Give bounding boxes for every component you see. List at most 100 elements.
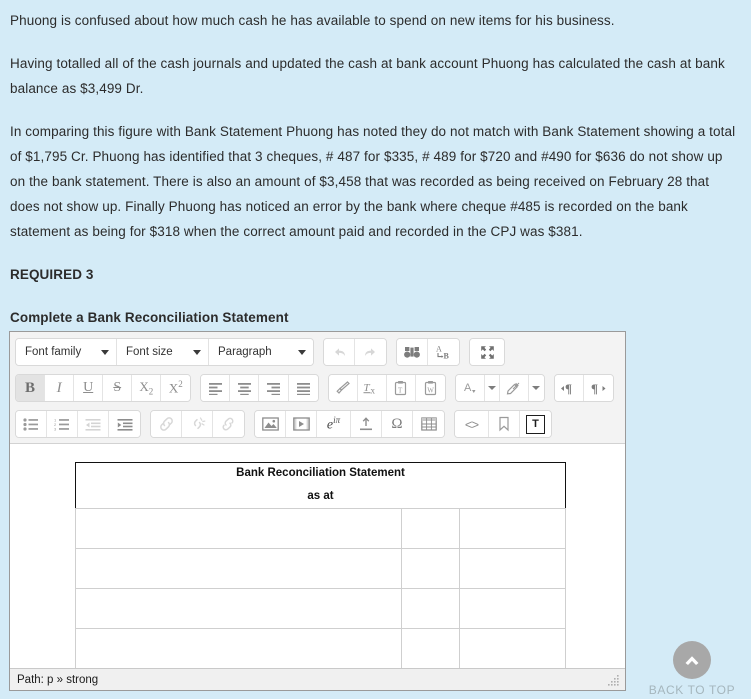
direction-group: ¶ ¶ bbox=[553, 374, 614, 402]
alignment-group bbox=[200, 374, 319, 402]
omega-icon: Ω bbox=[391, 415, 403, 432]
bullet-list-button[interactable] bbox=[16, 411, 47, 437]
table-row[interactable] bbox=[75, 628, 567, 668]
insert-equation-button[interactable]: eiπ bbox=[317, 411, 351, 437]
code-brackets-icon: <> bbox=[464, 416, 479, 432]
special-character-button[interactable]: Ω bbox=[382, 411, 413, 437]
rtl-icon: ¶ bbox=[591, 381, 606, 396]
cell-amount-1[interactable] bbox=[401, 628, 460, 668]
subscript-button[interactable]: X2 bbox=[132, 375, 162, 401]
rtl-button[interactable]: ¶ bbox=[583, 375, 613, 401]
upload-button[interactable] bbox=[351, 411, 382, 437]
background-color-dropdown[interactable] bbox=[528, 375, 544, 401]
rich-text-editor[interactable]: Font family Font size Paragraph A B B I … bbox=[9, 331, 626, 691]
find-replace-button[interactable]: A B bbox=[428, 339, 459, 365]
insert-media-button[interactable] bbox=[286, 411, 317, 437]
svg-text:¶: ¶ bbox=[591, 381, 598, 396]
clipboard-format-group: T x T W bbox=[327, 374, 446, 402]
insert-link-button[interactable] bbox=[151, 411, 182, 437]
remove-link-button[interactable] bbox=[182, 411, 213, 437]
cell-amount-1[interactable] bbox=[401, 508, 460, 549]
align-justify-button[interactable] bbox=[288, 375, 318, 401]
editor-content-area[interactable]: Bank Reconciliation Statement as at bbox=[10, 444, 625, 668]
chevron-up-icon bbox=[685, 656, 699, 665]
template-button[interactable]: T bbox=[520, 411, 551, 437]
cell-amount-2[interactable] bbox=[458, 548, 567, 589]
align-right-button[interactable] bbox=[259, 375, 289, 401]
cell-amount-2[interactable] bbox=[458, 588, 567, 629]
toolbar-row-3: 1 2 3 eiπ Ω <> T bbox=[12, 406, 623, 442]
fullscreen-button[interactable] bbox=[470, 339, 504, 365]
table-as-at: as at bbox=[75, 485, 566, 509]
unlink-icon bbox=[193, 417, 205, 430]
equation-label: eiπ bbox=[326, 414, 341, 433]
back-to-top-circle[interactable] bbox=[673, 641, 711, 679]
table-row[interactable] bbox=[75, 548, 567, 589]
insert-image-button[interactable] bbox=[255, 411, 286, 437]
paste-word-icon: W bbox=[424, 381, 436, 396]
cell-amount-1[interactable] bbox=[401, 588, 460, 629]
table-icon bbox=[420, 417, 437, 431]
required-heading: REQUIRED 3 bbox=[10, 267, 94, 282]
cell-description[interactable] bbox=[75, 628, 402, 668]
cell-description[interactable] bbox=[75, 548, 402, 589]
align-center-button[interactable] bbox=[230, 375, 260, 401]
svg-text:W: W bbox=[427, 386, 434, 394]
text-color-icon: A bbox=[464, 382, 476, 394]
table-asat-row: as at bbox=[75, 485, 566, 509]
paste-text-icon: T bbox=[395, 381, 407, 396]
italic-label: I bbox=[56, 379, 62, 396]
italic-button[interactable]: I bbox=[45, 375, 75, 401]
bookmark-button[interactable] bbox=[489, 411, 520, 437]
table-title-row: Bank Reconciliation Statement bbox=[76, 463, 566, 486]
color-group: A bbox=[454, 374, 545, 402]
text-color-dropdown[interactable] bbox=[484, 375, 500, 401]
strikethrough-button[interactable]: S bbox=[103, 375, 133, 401]
format-painter-button[interactable] bbox=[328, 375, 358, 401]
find-button[interactable] bbox=[397, 339, 428, 365]
font-size-select[interactable]: Font size bbox=[117, 339, 209, 365]
task-sub-heading: Complete a Bank Reconciliation Statement bbox=[10, 310, 289, 325]
source-code-button[interactable]: <> bbox=[455, 411, 489, 437]
underline-button[interactable]: U bbox=[74, 375, 104, 401]
paste-as-text-button[interactable]: T bbox=[386, 375, 416, 401]
table-row[interactable] bbox=[75, 588, 567, 629]
editor-status-bar: Path: p » strong bbox=[10, 668, 625, 690]
numbered-list-button[interactable]: 1 2 3 bbox=[47, 411, 78, 437]
cell-description[interactable] bbox=[75, 588, 402, 629]
svg-text:T: T bbox=[398, 386, 403, 394]
paste-from-word-button[interactable]: W bbox=[415, 375, 445, 401]
bookmark-icon bbox=[499, 416, 509, 432]
undo-icon bbox=[334, 347, 345, 356]
link-icon bbox=[159, 417, 173, 431]
paragraph-style-select[interactable]: Paragraph bbox=[209, 339, 313, 365]
bold-button[interactable]: B bbox=[16, 375, 46, 401]
paragraph-3: In comparing this figure with Bank State… bbox=[10, 124, 736, 239]
undo-button[interactable] bbox=[324, 339, 355, 365]
bank-reconciliation-table[interactable]: Bank Reconciliation Statement as at bbox=[75, 462, 567, 668]
back-to-top-button[interactable]: BACK TO TOP bbox=[637, 641, 747, 697]
svg-text:A: A bbox=[436, 345, 442, 354]
background-color-button[interactable] bbox=[499, 375, 529, 401]
superscript-button[interactable]: X2 bbox=[161, 375, 191, 401]
indent-button[interactable] bbox=[109, 411, 140, 437]
ltr-icon: ¶ bbox=[561, 381, 572, 396]
text-color-button[interactable]: A bbox=[455, 375, 485, 401]
redo-button[interactable] bbox=[355, 339, 386, 365]
insert-table-button[interactable] bbox=[413, 411, 444, 437]
resize-grip-icon[interactable] bbox=[608, 674, 620, 686]
cell-description[interactable] bbox=[75, 508, 402, 549]
anchor-button[interactable] bbox=[213, 411, 244, 437]
chevron-down-icon bbox=[298, 349, 306, 355]
font-family-select[interactable]: Font family bbox=[16, 339, 117, 365]
subscript-label: X2 bbox=[139, 379, 154, 397]
cell-amount-1[interactable] bbox=[401, 548, 460, 589]
ltr-button[interactable]: ¶ bbox=[554, 375, 584, 401]
align-left-button[interactable] bbox=[201, 375, 231, 401]
bold-label: B bbox=[25, 379, 36, 396]
cell-amount-2[interactable] bbox=[458, 628, 567, 668]
outdent-button[interactable] bbox=[78, 411, 109, 437]
cell-amount-2[interactable] bbox=[458, 508, 567, 549]
remove-formatting-button[interactable]: T x bbox=[357, 375, 387, 401]
table-row[interactable] bbox=[75, 508, 567, 549]
